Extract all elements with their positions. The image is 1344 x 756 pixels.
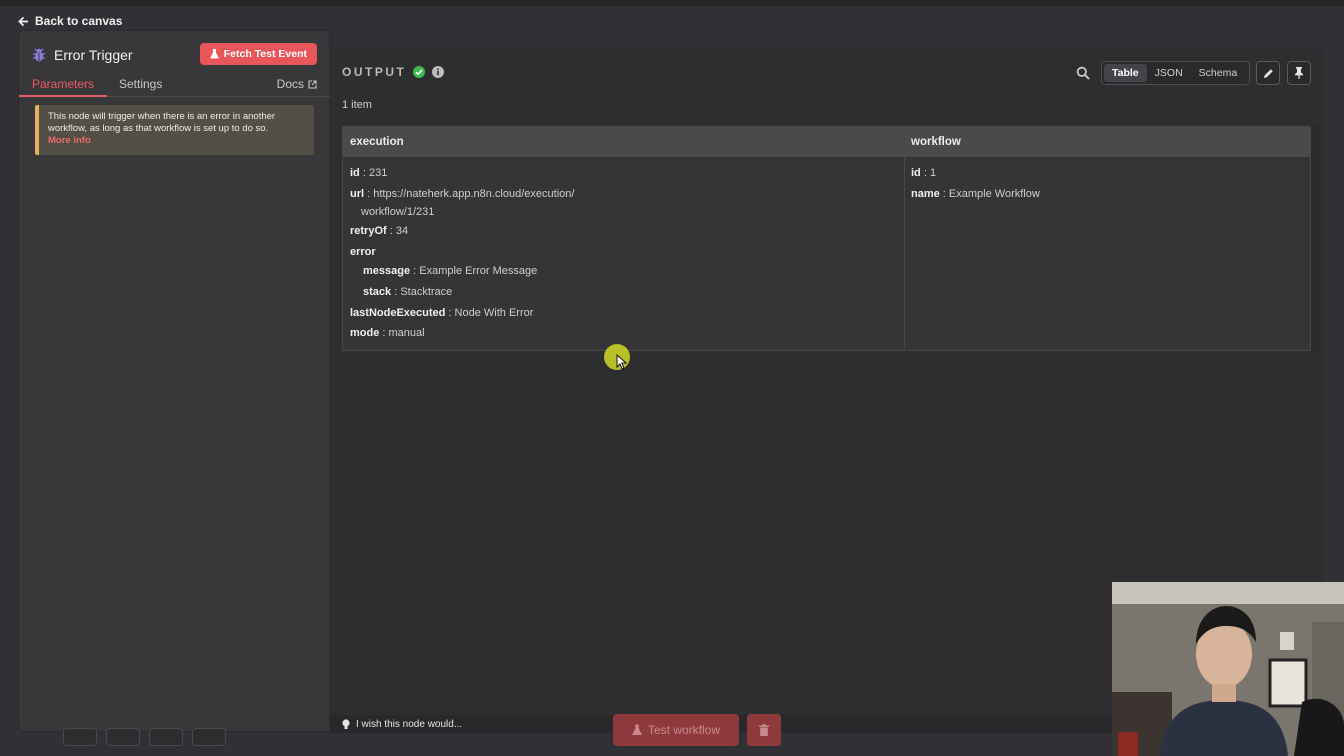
feedback-label: I wish this node would... (356, 719, 463, 730)
delete-execution-button[interactable] (747, 714, 781, 746)
view-json-button[interactable]: JSON (1147, 64, 1191, 82)
notice-text: This node will trigger when there is an … (48, 111, 276, 134)
node-header: Error Trigger Fetch Test Event (31, 43, 317, 67)
feedback-link[interactable]: I wish this node would... (342, 719, 462, 730)
check-circle-icon (413, 66, 426, 78)
pencil-icon (1263, 68, 1273, 78)
error-message: message : Example Error Message (363, 265, 538, 277)
tab-parameters[interactable]: Parameters (32, 77, 94, 91)
zoom-out-button[interactable] (149, 728, 183, 746)
flask-icon (209, 49, 219, 59)
presenter-video-image (1112, 582, 1344, 756)
table-header-row: execution workflow (343, 127, 1310, 157)
node-tabs: Parameters Settings Docs (19, 73, 331, 97)
workflow-id: id : 1 (911, 167, 937, 179)
view-table-button[interactable]: Table (1104, 64, 1147, 82)
error-stack: stack : Stacktrace (363, 286, 453, 298)
execution-mode: mode : manual (350, 327, 425, 339)
more-info-link[interactable]: More info (48, 135, 91, 146)
lightbulb-icon (342, 719, 350, 729)
back-to-canvas-link[interactable]: Back to canvas (18, 12, 122, 30)
external-link-icon (308, 79, 317, 89)
column-divider (904, 127, 905, 350)
execution-retryof: retryOf : 34 (350, 225, 409, 237)
execution-id: id : 231 (350, 167, 388, 179)
trigger-notice: This node will trigger when there is an … (35, 105, 314, 155)
info-icon[interactable] (432, 66, 445, 78)
fetch-test-event-button[interactable]: Fetch Test Event (199, 43, 317, 65)
docs-label: Docs (276, 77, 304, 91)
execution-url-cont: workflow/1/231 (361, 206, 435, 218)
pin-output-button[interactable] (1287, 61, 1311, 85)
mouse-cursor-icon (616, 354, 628, 370)
column-header-execution: execution (350, 136, 404, 148)
workflow-name: name : Example Workflow (911, 188, 1040, 200)
search-icon[interactable] (1076, 66, 1090, 80)
view-schema-button[interactable]: Schema (1191, 64, 1246, 82)
execution-url: url : https://nateherk.app.n8n.cloud/exe… (350, 188, 575, 200)
output-table: execution workflow id : 231 url : https:… (342, 126, 1311, 351)
zoom-reset-button[interactable] (192, 728, 226, 746)
execution-error: error (350, 246, 376, 258)
pin-icon (1295, 67, 1303, 79)
node-title: Error Trigger (54, 47, 133, 63)
execution-last-node: lastNodeExecuted : Node With Error (350, 307, 534, 319)
table-scrollbar[interactable] (1311, 126, 1319, 351)
table-row (343, 157, 1310, 350)
edit-output-button[interactable] (1256, 61, 1280, 85)
webcam-overlay (1112, 582, 1344, 756)
output-header: OUTPUT (342, 65, 445, 79)
canvas-top-bar (0, 0, 1344, 6)
test-workflow-button[interactable]: Test workflow (613, 714, 739, 746)
test-workflow-label: Test workflow (647, 723, 721, 737)
fetch-label: Fetch Test Event (223, 48, 307, 60)
column-header-workflow: workflow (911, 136, 961, 148)
item-count: 1 item (342, 99, 372, 111)
zoom-fit-button[interactable] (63, 728, 97, 746)
bug-icon (31, 47, 47, 63)
flask-icon (631, 724, 642, 735)
zoom-in-button[interactable] (106, 728, 140, 746)
node-parameters-panel: Error Trigger Fetch Test Event Parameter… (18, 30, 331, 732)
output-title: OUTPUT (342, 65, 407, 79)
tab-settings[interactable]: Settings (119, 77, 162, 91)
view-switch: Table JSON Schema (1101, 61, 1250, 85)
docs-link[interactable]: Docs (277, 77, 317, 91)
arrow-left-icon (18, 16, 29, 26)
back-label: Back to canvas (35, 14, 123, 28)
active-tab-indicator (19, 95, 107, 97)
trash-icon (759, 724, 769, 736)
